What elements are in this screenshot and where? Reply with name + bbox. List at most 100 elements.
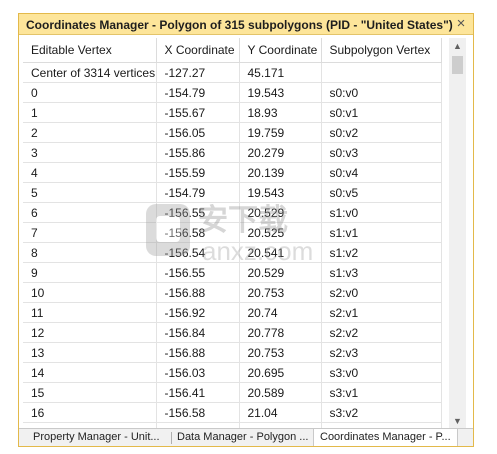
editable-vertex-cell[interactable]: Center of 3314 vertices <box>23 62 157 83</box>
x-coordinate-cell[interactable]: -154.79 <box>156 182 240 203</box>
subpolygon-vertex-cell[interactable]: s3:v1 <box>321 382 442 403</box>
editable-vertex-cell[interactable]: 16 <box>23 402 157 423</box>
scrollbar-thumb[interactable] <box>452 56 463 74</box>
editable-vertex-cell[interactable]: 12 <box>23 322 157 343</box>
table-row[interactable]: 14 -156.03 20.695 s3:v0 <box>23 362 442 383</box>
tab-data-manager[interactable]: Data Manager - Polygon ... <box>171 429 314 446</box>
editable-vertex-cell[interactable]: 2 <box>23 122 157 143</box>
x-coordinate-cell[interactable]: -127.27 <box>156 62 240 83</box>
editable-vertex-cell[interactable]: 0 <box>23 82 157 103</box>
editable-vertex-cell[interactable]: 3 <box>23 142 157 163</box>
scroll-up-arrow-icon[interactable]: ▲ <box>449 38 466 54</box>
editable-vertex-cell[interactable]: 11 <box>23 302 157 323</box>
x-coordinate-cell[interactable]: -156.88 <box>156 342 240 363</box>
subpolygon-vertex-cell[interactable]: s3:v0 <box>321 362 442 383</box>
subpolygon-vertex-cell[interactable]: s3:v2 <box>321 402 442 423</box>
subpolygon-vertex-cell[interactable]: s2:v2 <box>321 322 442 343</box>
editable-vertex-cell[interactable]: 4 <box>23 162 157 183</box>
subpolygon-vertex-cell[interactable]: s0:v5 <box>321 182 442 203</box>
editable-vertex-cell[interactable]: 14 <box>23 362 157 383</box>
editable-vertex-cell[interactable]: 15 <box>23 382 157 403</box>
x-coordinate-cell[interactable]: -155.59 <box>156 162 240 183</box>
x-coordinate-cell[interactable]: -155.67 <box>156 102 240 123</box>
table-row[interactable]: 4 -155.59 20.139 s0:v4 <box>23 162 442 183</box>
editable-vertex-cell[interactable]: 10 <box>23 282 157 303</box>
x-coordinate-cell[interactable]: -156.84 <box>156 322 240 343</box>
table-row[interactable]: 16 -156.58 21.04 s3:v2 <box>23 402 442 423</box>
scroll-down-arrow-icon[interactable]: ▼ <box>449 413 466 429</box>
y-coordinate-cell[interactable]: 21.04 <box>239 402 322 423</box>
table-row[interactable]: 8 -156.54 20.541 s1:v2 <box>23 242 442 263</box>
table-row[interactable]: 12 -156.84 20.778 s2:v2 <box>23 322 442 343</box>
column-header-y-coordinate[interactable]: Y Coordinate <box>239 38 322 63</box>
table-row[interactable]: Center of 3314 vertices -127.27 45.171 <box>23 62 442 83</box>
y-coordinate-cell[interactable]: 45.171 <box>239 62 322 83</box>
table-row[interactable]: 13 -156.88 20.753 s2:v3 <box>23 342 442 363</box>
x-coordinate-cell[interactable]: -156.41 <box>156 382 240 403</box>
editable-vertex-cell[interactable]: 8 <box>23 242 157 263</box>
subpolygon-vertex-cell[interactable]: s1:v3 <box>321 262 442 283</box>
x-coordinate-cell[interactable]: -156.88 <box>156 282 240 303</box>
editable-vertex-cell[interactable]: 6 <box>23 202 157 223</box>
x-coordinate-cell[interactable]: -156.58 <box>156 222 240 243</box>
y-coordinate-cell[interactable]: 20.74 <box>239 302 322 323</box>
table-row[interactable]: 3 -155.86 20.279 s0:v3 <box>23 142 442 163</box>
table-row[interactable]: 10 -156.88 20.753 s2:v0 <box>23 282 442 303</box>
close-button[interactable]: × <box>453 16 469 32</box>
table-row[interactable]: 1 -155.67 18.93 s0:v1 <box>23 102 442 123</box>
y-coordinate-cell[interactable]: 19.543 <box>239 182 322 203</box>
subpolygon-vertex-cell[interactable]: s1:v0 <box>321 202 442 223</box>
editable-vertex-cell[interactable]: 13 <box>23 342 157 363</box>
table-row[interactable]: 2 -156.05 19.759 s0:v2 <box>23 122 442 143</box>
subpolygon-vertex-cell[interactable]: s0:v3 <box>321 142 442 163</box>
x-coordinate-cell[interactable]: -156.05 <box>156 122 240 143</box>
title-bar[interactable]: Coordinates Manager - Polygon of 315 sub… <box>19 14 473 35</box>
x-coordinate-cell[interactable]: -156.54 <box>156 242 240 263</box>
x-coordinate-cell[interactable]: -156.55 <box>156 202 240 223</box>
y-coordinate-cell[interactable]: 20.778 <box>239 322 322 343</box>
subpolygon-vertex-cell[interactable]: s2:v0 <box>321 282 442 303</box>
y-coordinate-cell[interactable]: 20.525 <box>239 222 322 243</box>
table-row[interactable]: 9 -156.55 20.529 s1:v3 <box>23 262 442 283</box>
vertical-scrollbar[interactable]: ▲ ▼ <box>449 38 466 429</box>
tab-property-manager[interactable]: Property Manager - Unit... <box>27 429 166 446</box>
x-coordinate-cell[interactable]: -156.92 <box>156 302 240 323</box>
y-coordinate-cell[interactable]: 20.589 <box>239 382 322 403</box>
table-row[interactable]: 7 -156.58 20.525 s1:v1 <box>23 222 442 243</box>
subpolygon-vertex-cell[interactable]: s0:v4 <box>321 162 442 183</box>
editable-vertex-cell[interactable]: 9 <box>23 262 157 283</box>
y-coordinate-cell[interactable]: 20.541 <box>239 242 322 263</box>
table-row[interactable]: 5 -154.79 19.543 s0:v5 <box>23 182 442 203</box>
y-coordinate-cell[interactable]: 20.753 <box>239 282 322 303</box>
table-row[interactable]: 0 -154.79 19.543 s0:v0 <box>23 82 442 103</box>
x-coordinate-cell[interactable]: -156.58 <box>156 402 240 423</box>
table-row[interactable]: 11 -156.92 20.74 s2:v1 <box>23 302 442 323</box>
y-coordinate-cell[interactable]: 20.279 <box>239 142 322 163</box>
x-coordinate-cell[interactable]: -154.79 <box>156 82 240 103</box>
y-coordinate-cell[interactable]: 19.543 <box>239 82 322 103</box>
subpolygon-vertex-cell[interactable]: s0:v2 <box>321 122 442 143</box>
y-coordinate-cell[interactable]: 20.529 <box>239 202 322 223</box>
subpolygon-vertex-cell[interactable]: s0:v1 <box>321 102 442 123</box>
y-coordinate-cell[interactable]: 19.759 <box>239 122 322 143</box>
y-coordinate-cell[interactable]: 20.139 <box>239 162 322 183</box>
tab-coordinates-manager[interactable]: Coordinates Manager - P... <box>313 429 458 446</box>
editable-vertex-cell[interactable]: 7 <box>23 222 157 243</box>
subpolygon-vertex-cell[interactable] <box>321 62 442 83</box>
y-coordinate-cell[interactable]: 20.529 <box>239 262 322 283</box>
column-header-editable-vertex[interactable]: Editable Vertex <box>23 38 157 63</box>
subpolygon-vertex-cell[interactable]: s2:v1 <box>321 302 442 323</box>
table-row[interactable]: 6 -156.55 20.529 s1:v0 <box>23 202 442 223</box>
subpolygon-vertex-cell[interactable]: s0:v0 <box>321 82 442 103</box>
editable-vertex-cell[interactable]: 1 <box>23 102 157 123</box>
x-coordinate-cell[interactable]: -156.03 <box>156 362 240 383</box>
column-header-x-coordinate[interactable]: X Coordinate <box>156 38 240 63</box>
subpolygon-vertex-cell[interactable]: s1:v2 <box>321 242 442 263</box>
y-coordinate-cell[interactable]: 20.753 <box>239 342 322 363</box>
y-coordinate-cell[interactable]: 20.695 <box>239 362 322 383</box>
y-coordinate-cell[interactable]: 18.93 <box>239 102 322 123</box>
x-coordinate-cell[interactable]: -156.55 <box>156 262 240 283</box>
subpolygon-vertex-cell[interactable]: s2:v3 <box>321 342 442 363</box>
subpolygon-vertex-cell[interactable]: s1:v1 <box>321 222 442 243</box>
table-row[interactable]: 15 -156.41 20.589 s3:v1 <box>23 382 442 403</box>
